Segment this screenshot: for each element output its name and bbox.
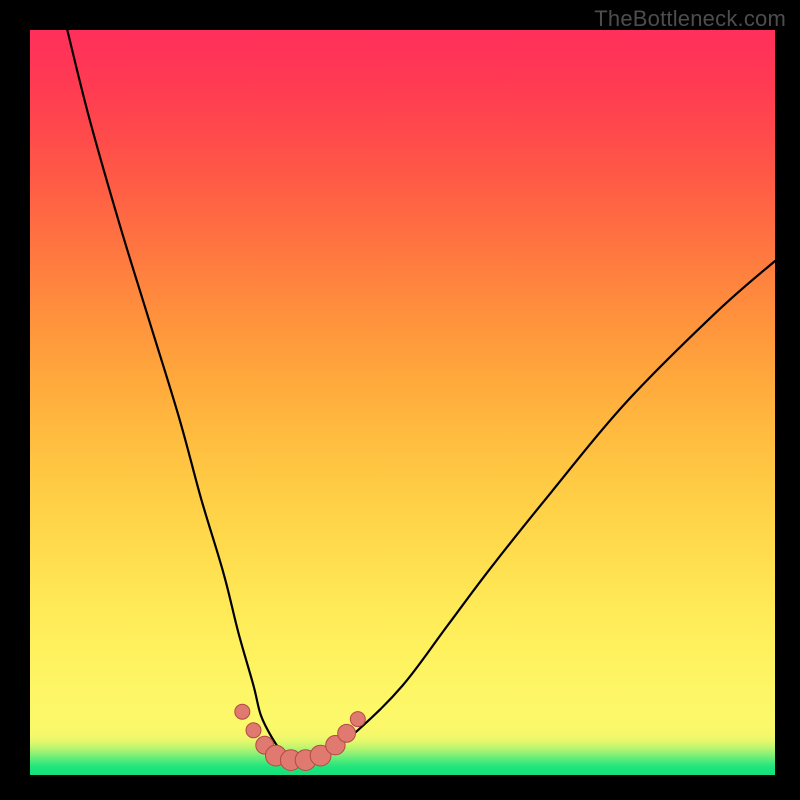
data-marker xyxy=(338,724,356,742)
data-marker xyxy=(246,723,261,738)
plot-area xyxy=(30,30,775,775)
curve-path-group xyxy=(67,30,775,761)
data-marker xyxy=(350,712,365,727)
chart-frame: TheBottleneck.com xyxy=(0,0,800,800)
watermark-text: TheBottleneck.com xyxy=(594,6,786,32)
bottleneck-curve xyxy=(67,30,775,761)
data-marker xyxy=(235,704,250,719)
chart-svg xyxy=(30,30,775,775)
marker-group xyxy=(235,704,365,770)
